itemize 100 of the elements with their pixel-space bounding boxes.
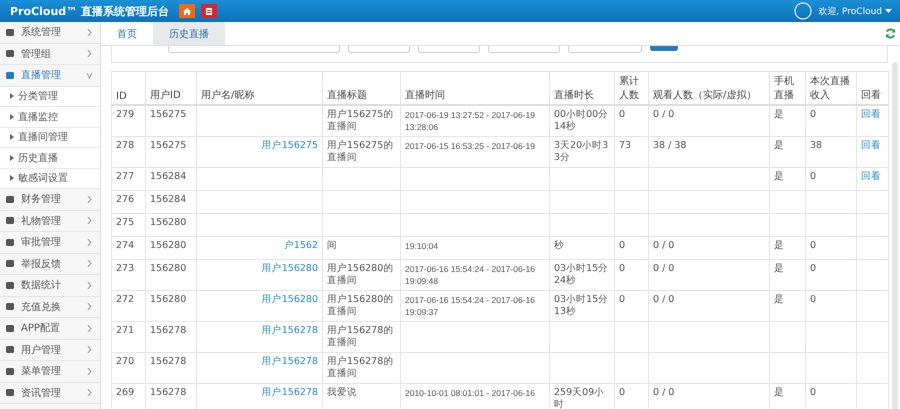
table-cell: 2017-06-19 13:27:52 - 2017-06-19 13:28:06 [405,110,535,132]
square-icon [5,345,15,354]
table-cell: 00小时00分14秒 [554,109,608,132]
table-cell: 2017-06-16 15:54:24 - 2017-06-16 19:09:37 [405,295,535,317]
table-cell: 0 [619,387,626,398]
chevron-icon [87,28,92,36]
table-cell: 是 [774,240,784,251]
sidebar-item[interactable]: 用户管理 [0,340,100,361]
table-cell: 2017-06-15 16:53:25 - 2017-06-19 [405,141,535,151]
triangle-icon [10,154,14,161]
table-cell: 0 / 0 [653,263,674,274]
user-link[interactable]: 用户156278 [262,356,318,367]
chevron-icon [87,303,92,310]
table-cell: 是 [774,109,784,120]
sidebar-item[interactable]: APP配置 [0,318,100,340]
table-cell: 0 / 0 [653,109,674,120]
user-link[interactable]: 用户156280 [262,294,318,305]
chevron-icon [87,238,92,246]
table-cell: 271 [116,325,134,336]
submenu-item[interactable]: 历史直播 [0,148,100,168]
refresh-icon[interactable] [885,28,896,39]
table-cell: 278 [116,140,134,151]
sidebar-item[interactable]: 系统管理 [0,22,100,44]
input-field[interactable] [348,46,410,53]
table-cell: 73 [619,140,632,151]
table-cell: 03小时15分24秒 [554,263,608,286]
sidebar-item[interactable]: 数据统计 [0,275,100,296]
input-field[interactable] [568,46,642,53]
table-cell: 3天20小时33分 [554,140,608,163]
table-cell: 273 [116,263,134,274]
input-field[interactable] [168,46,340,53]
chevron-icon [87,368,92,375]
table-cell: 是 [774,387,784,398]
submenu-item[interactable]: 敏感词设置 [0,168,100,189]
sidebar-item[interactable]: 资讯管理 [0,382,100,404]
table-cell: 270 [116,356,134,367]
submenu-item[interactable]: 直播监控 [0,107,100,128]
table-cell: 156280 [150,294,186,305]
table-cell: 156275 [150,140,186,151]
table-cell: 0 [619,240,626,251]
user-menu[interactable]: 欢迎, ProCloud [818,4,892,18]
sidebar-item[interactable]: 充值兑换 [0,296,100,318]
table-cell: 0 [619,263,626,274]
submenu-item[interactable]: 分类管理 [0,86,100,107]
table-cell: 是 [774,171,784,182]
table-cell: 是 [774,294,784,305]
table-cell: 274 [116,240,134,251]
user-link[interactable]: 用户156278 [262,325,318,336]
table-cell: 03小时15分13秒 [554,294,608,317]
sidebar-item[interactable]: 管理组 [0,44,100,65]
input-field[interactable] [418,46,480,53]
table-cell: 156280 [150,263,186,274]
table-cell: 用户156280的直播间 [327,263,394,286]
scrollbar[interactable] [892,62,898,409]
triangle-icon [10,134,14,140]
sidebar-item[interactable]: 举报反馈 [0,254,100,275]
sidebar-item[interactable]: 礼物管理 [0,210,100,232]
sidebar-item[interactable]: 财务管理 [0,189,100,210]
triangle-icon [10,93,14,100]
user-link[interactable]: 用户156278 [262,387,318,398]
home-button[interactable] [178,4,195,18]
table-cell: 275 [116,217,134,228]
input-field[interactable] [488,46,560,53]
table-cell: 277 [116,171,134,182]
square-icon [5,238,15,247]
tab[interactable]: 首页 [101,22,153,45]
chevron-icon [87,389,92,396]
table-cell: 156284 [150,194,186,205]
triangle-icon [10,175,14,182]
table-cell: 156280 [150,217,186,228]
square-icon [5,366,15,376]
square-icon [5,280,15,290]
table-cell: 0 [810,263,816,274]
submenu-item[interactable]: 直播间管理 [0,128,100,148]
table-cell: 用户156278的直播间 [327,325,394,348]
user-link[interactable]: 用户156275 [262,140,318,151]
search-button[interactable] [650,46,678,51]
user-link[interactable]: 户1562 [284,240,318,251]
table-cell: 0 [619,109,626,120]
chevron-icon [87,196,92,203]
avatar-icon[interactable] [794,2,812,20]
tab[interactable]: 历史直播 [153,22,225,45]
square-icon [5,324,15,333]
triangle-icon [10,114,14,120]
table-cell: 用户156278的直播间 [327,356,394,379]
sidebar-item[interactable]: 审批管理 [0,232,100,254]
table-cell: 0 [810,240,816,251]
table-cell: 0 [810,387,816,398]
chevron-icon [87,282,92,289]
document-button[interactable] [200,4,217,18]
table-cell: 0 / 0 [653,240,674,251]
table-cell: 156278 [150,356,186,367]
square-icon [5,259,15,268]
sidebar-item[interactable]: 菜单管理 [0,361,100,382]
table-cell: 272 [116,294,134,305]
table-cell: 156278 [150,387,186,398]
table-cell: 2017-06-16 15:54:24 - 2017-06-16 19:09:48 [405,264,535,286]
chevron-icon [87,260,92,268]
table-cell: 279 [116,109,134,120]
user-link[interactable]: 用户156280 [262,263,318,274]
